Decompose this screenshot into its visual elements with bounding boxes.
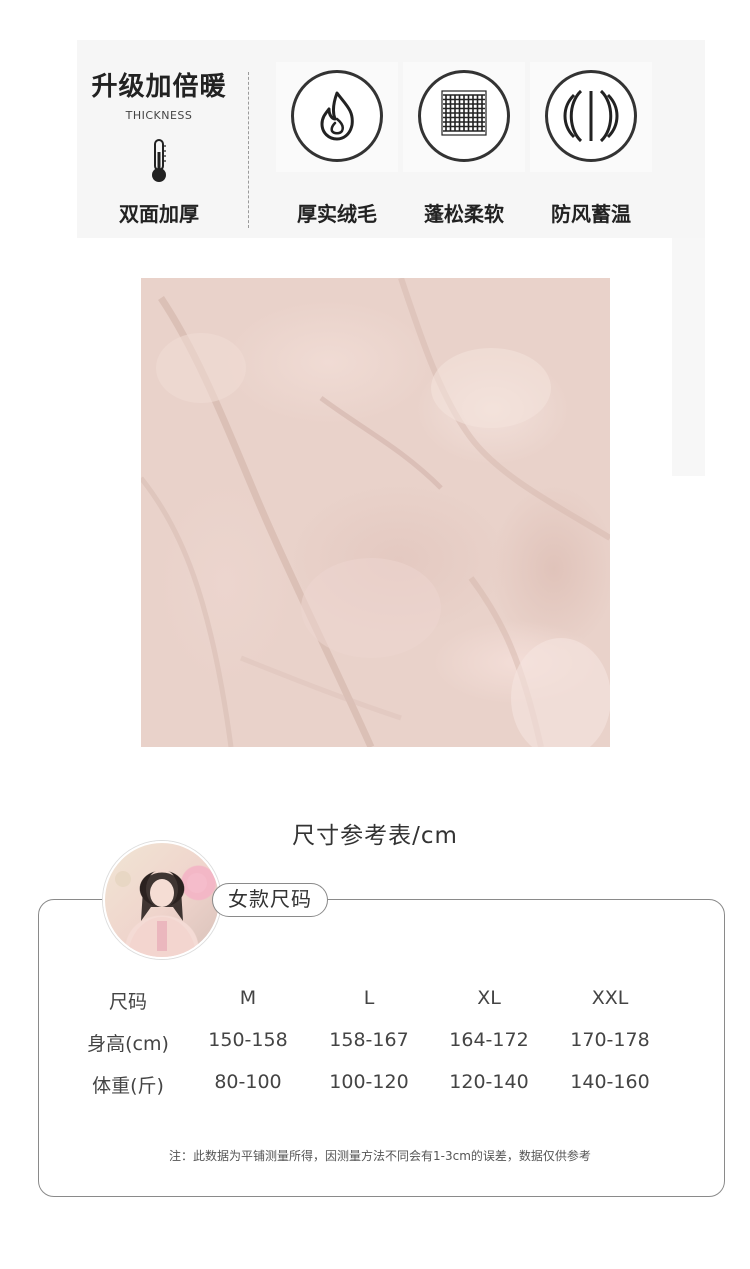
row-label: 身高(cm) — [87, 1033, 169, 1055]
header-cell: XXL — [591, 987, 629, 1009]
upgrade-subtitle: THICKNESS — [125, 109, 193, 122]
thermometer-icon — [150, 138, 168, 184]
upgrade-title: 升级加倍暖 — [91, 72, 227, 102]
row-label: 体重(斤) — [92, 1075, 164, 1097]
model-avatar — [103, 841, 221, 959]
header-cell: M — [239, 987, 257, 1009]
flame-icon — [291, 70, 383, 162]
upgrade-label: 双面加厚 — [119, 202, 199, 226]
windproof-icon — [545, 70, 637, 162]
womens-size-tag: 女款尺码 — [212, 883, 328, 917]
size-header-row: 尺码 M L XL XXL — [0, 987, 750, 1017]
header-cell: XL — [477, 987, 501, 1009]
table-cell: 140-160 — [570, 1071, 650, 1093]
banner-shadow-strip — [672, 238, 705, 476]
feature-label: 蓬松柔软 — [424, 202, 504, 226]
header-cell: L — [363, 987, 375, 1009]
table-cell: 158-167 — [329, 1029, 409, 1051]
table-cell: 170-178 — [570, 1029, 650, 1051]
measurement-note: 注：此数据为平铺测量所得，因测量方法不同会有1-3cm的误差，数据仅供参考 — [169, 1149, 591, 1163]
fabric-closeup-image — [141, 278, 610, 747]
feature-label: 防风蓄温 — [551, 202, 631, 226]
table-cell: 150-158 — [208, 1029, 288, 1051]
table-cell: 100-120 — [329, 1071, 409, 1093]
header-cell: 尺码 — [108, 991, 147, 1013]
fabric-grid-icon — [418, 70, 510, 162]
table-cell: 164-172 — [449, 1029, 529, 1051]
feature-label: 厚实绒毛 — [297, 202, 377, 226]
table-cell: 120-140 — [449, 1071, 529, 1093]
banner-divider — [248, 72, 249, 228]
table-cell: 80-100 — [214, 1071, 282, 1093]
weight-row: 体重(斤) 80-100 100-120 120-140 140-160 — [0, 1071, 750, 1101]
height-row: 身高(cm) 150-158 158-167 164-172 170-178 — [0, 1029, 750, 1059]
